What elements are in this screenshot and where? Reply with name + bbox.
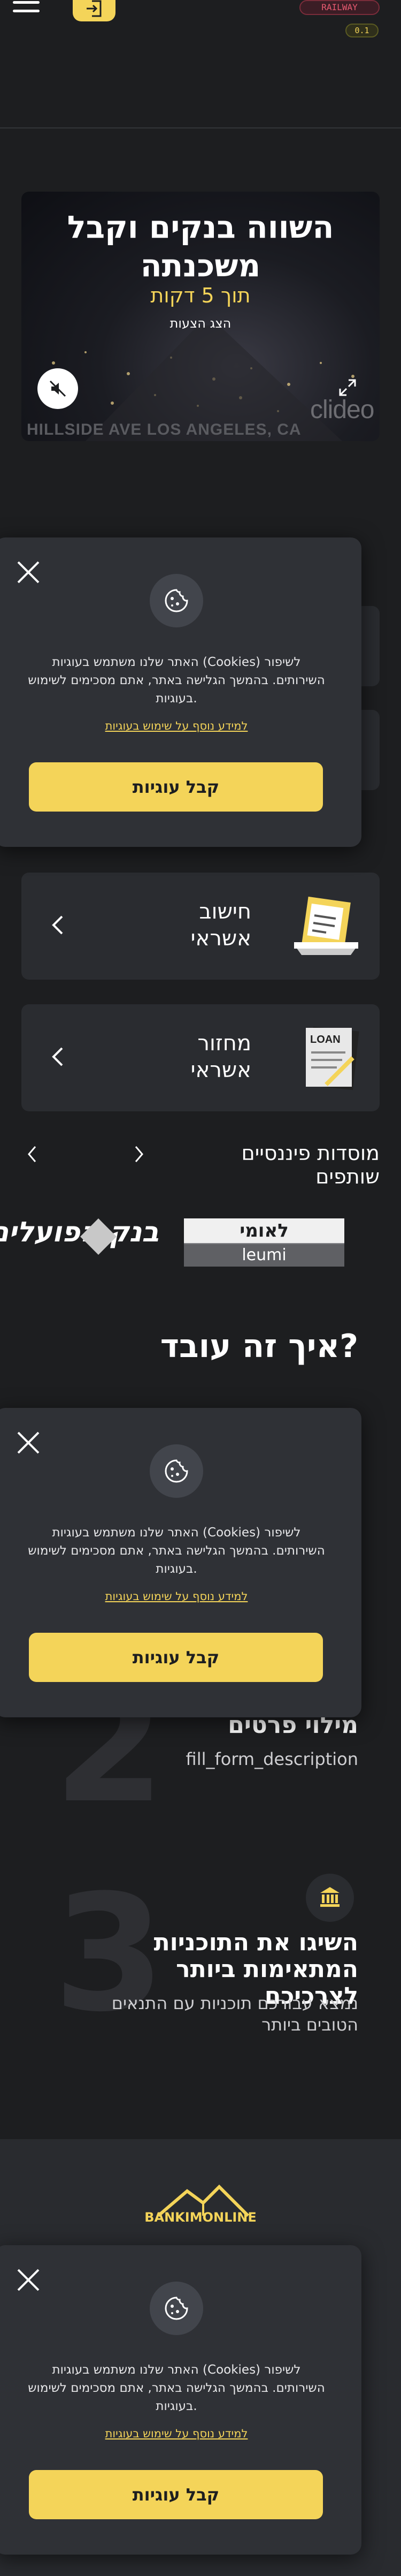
cookie-text: האתר שלנו משתמש בעוגיות (Cookies) לשיפור…	[28, 2363, 325, 2413]
service-card-refinance[interactable]: מחזור אשראי LOAN	[21, 1004, 380, 1111]
chevron-right-icon[interactable]	[134, 1145, 144, 1164]
bank-building-icon	[320, 1887, 340, 1907]
card-title-line2: אשראי	[190, 1058, 251, 1082]
leumi-logo-he: לאומי	[184, 1218, 344, 1243]
step-description: נמצא עבורכם תוכניות עם התנאים הטובים ביו…	[111, 1993, 358, 2035]
bank-hapoalim-logo-text: בנק הפועלים	[0, 1216, 159, 1248]
version-badge: 0.1	[345, 24, 379, 37]
header	[0, 0, 401, 128]
accept-cookies-button[interactable]: קבל עוגיות	[29, 1633, 323, 1682]
login-icon	[87, 0, 102, 17]
footer-logo-text[interactable]: BANKIMONLINE	[134, 2210, 267, 2225]
chevron-left-icon	[52, 915, 63, 935]
card-title-line1: מחזור	[197, 1031, 251, 1056]
street-text: HILLSIDE AVE LOS ANGELES, CA	[27, 421, 302, 438]
cookie-icon	[165, 2297, 188, 2320]
hero-title: השווה בנקים וקבל משכנתה	[67, 209, 334, 284]
hero-subtitle: תוך 5 דקות	[150, 284, 251, 307]
cookie-banner: האתר שלנו משתמש בעוגיות (Cookies) לשיפור…	[0, 1408, 361, 1717]
accept-cookies-button[interactable]: קבל עוגיות	[29, 2470, 323, 2519]
cookie-text: האתר שלנו משתמש בעוגיות (Cookies) לשיפור…	[28, 655, 325, 706]
close-icon[interactable]	[15, 559, 42, 586]
close-icon[interactable]	[15, 2267, 42, 2293]
step-description: fill_form_description	[186, 1749, 358, 1769]
cookie-icon	[165, 589, 188, 612]
cookie-more-info-link[interactable]: למידע נוסף על שימוש בעוגיות	[27, 1590, 326, 1603]
cookie-banner: האתר שלנו משתמש בעוגיות (Cookies) לשיפור…	[0, 2245, 361, 2555]
close-icon[interactable]	[15, 1429, 42, 1456]
header-divider	[0, 127, 401, 128]
mute-button[interactable]	[37, 368, 78, 409]
chevron-left-icon	[52, 1047, 63, 1066]
step-icon	[306, 1874, 354, 1922]
cookie-text: האתר שלנו משתמש בעוגיות (Cookies) לשיפור…	[28, 1526, 325, 1576]
loan-label: LOAN	[310, 1034, 341, 1045]
partners-title: מוסדות פיננסיים שותפים	[241, 1141, 380, 1188]
env-badge: RAILWAY	[299, 0, 380, 15]
cookie-icon	[165, 1459, 188, 1483]
leumi-logo-en: leumi	[184, 1244, 344, 1267]
leumi-logo: לאומי leumi	[184, 1218, 344, 1267]
video-watermark: clideo	[310, 396, 374, 424]
cookie-more-info-link[interactable]: למידע נוסף על שימוש בעוגיות	[27, 719, 326, 732]
fullscreen-icon[interactable]	[338, 378, 357, 397]
muted-speaker-icon	[49, 380, 66, 397]
chevron-left-icon[interactable]	[27, 1145, 37, 1164]
cookie-icon-wrap	[150, 1444, 203, 1498]
cookie-icon-wrap	[150, 574, 203, 627]
cookie-more-info-link[interactable]: למידע נוסף על שימוש בעוגיות	[27, 2427, 326, 2440]
cookie-icon-wrap	[150, 2282, 203, 2335]
accept-cookies-button[interactable]: קבל עוגיות	[29, 762, 323, 812]
show-offers-link[interactable]: הצג הצעות	[43, 316, 358, 331]
loan-document-icon: LOAN	[306, 1026, 359, 1090]
calculator-icon	[294, 896, 358, 955]
cookie-banner: האתר שלנו משתמש בעוגיות (Cookies) לשיפור…	[0, 537, 361, 847]
service-card-credit-calc[interactable]: חישוב אשראי	[21, 873, 380, 980]
card-title-line2: אשראי	[190, 926, 251, 951]
card-title-line1: חישוב	[199, 899, 251, 924]
hamburger-icon[interactable]	[13, 0, 45, 14]
login-button[interactable]	[73, 0, 115, 21]
how-it-works-title: איך זה עובד?	[160, 1328, 358, 1365]
hero-video[interactable]: השווה בנקים וקבל משכנתה תוך 5 דקות הצג ה…	[21, 192, 380, 441]
